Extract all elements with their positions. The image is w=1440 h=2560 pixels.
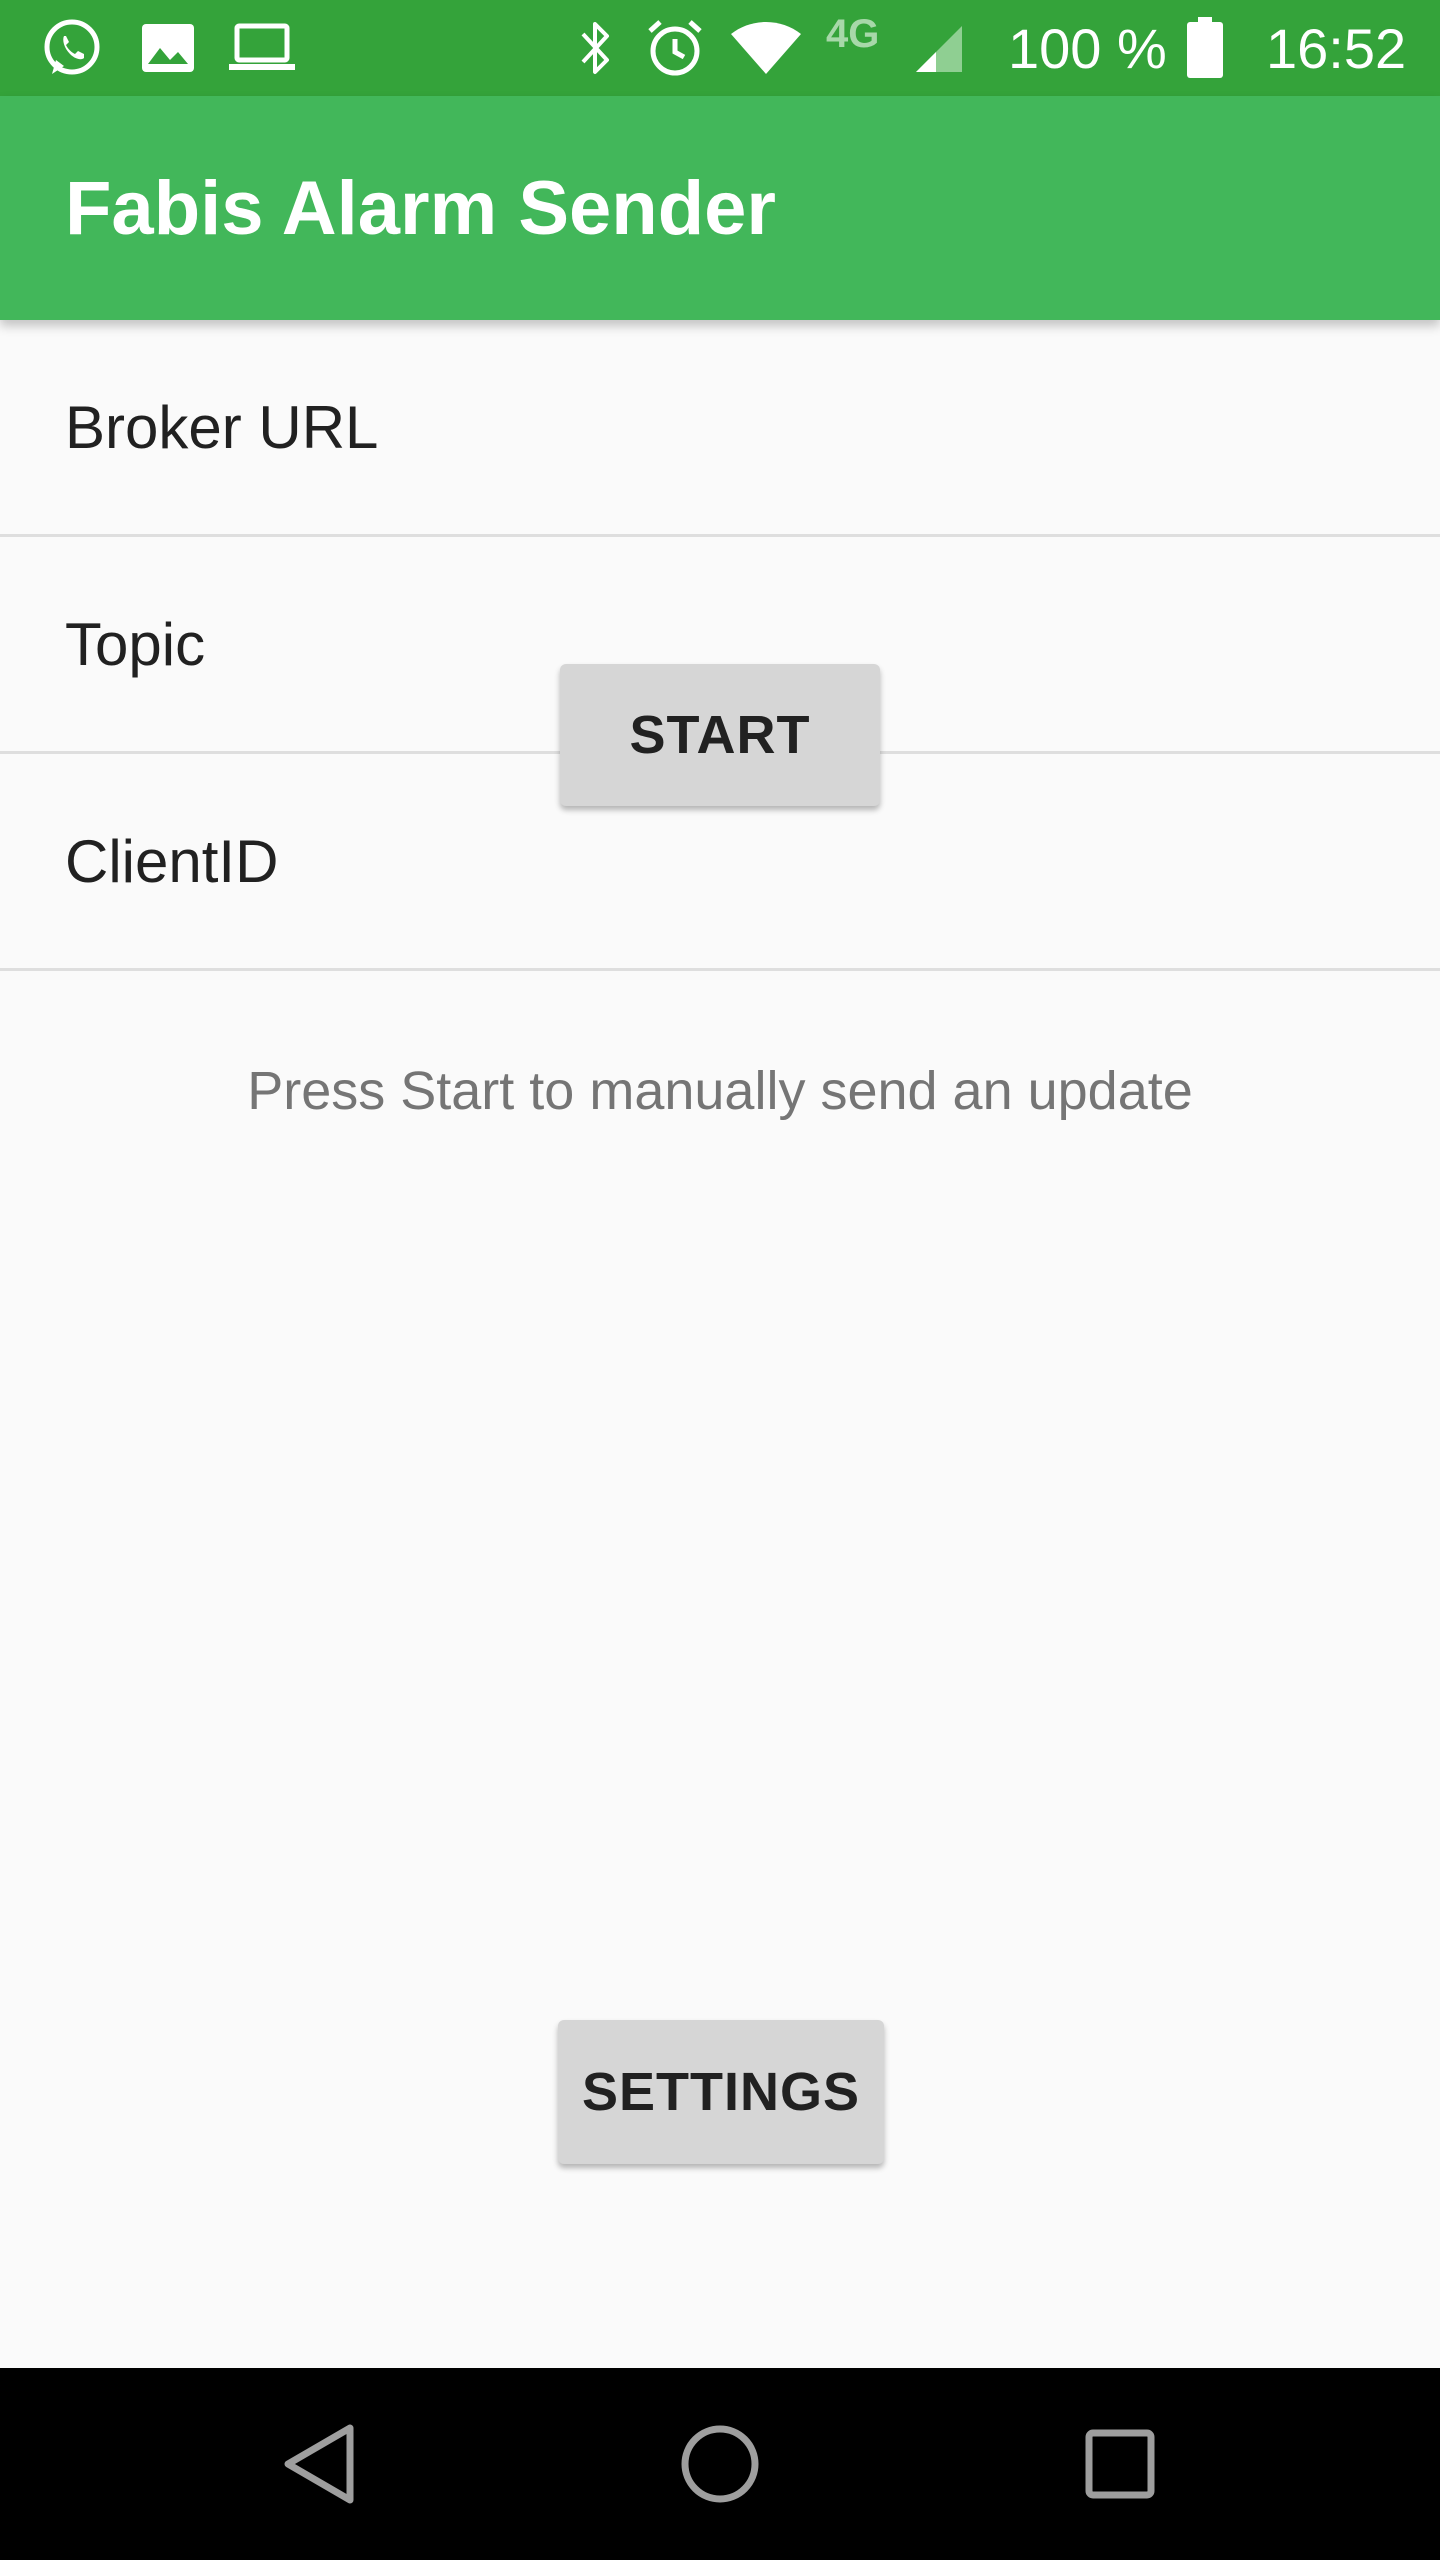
navigation-bar — [0, 2368, 1440, 2560]
battery-percent: 100 % — [1008, 16, 1167, 80]
settings-button[interactable]: SETTINGS — [558, 2020, 884, 2164]
laptop-icon — [226, 14, 298, 82]
broker-url-label: Broker URL — [65, 393, 379, 461]
signal-icon — [912, 14, 968, 82]
broker-url-field[interactable]: Broker URL — [0, 320, 1440, 537]
clock: 16:52 — [1266, 16, 1407, 80]
network-type-label: 4G — [826, 11, 880, 56]
image-icon — [138, 14, 198, 82]
start-button[interactable]: START — [560, 664, 880, 806]
alarm-icon — [640, 14, 710, 82]
hint-text: Press Start to manually send an update — [247, 1061, 1193, 1121]
status-bar: 4G 100 % 16:52 — [0, 0, 1440, 96]
screen: 4G 100 % 16:52 Fabis Alarm Sender Broker… — [0, 0, 1440, 2560]
battery-icon — [1180, 14, 1230, 82]
app-title: Fabis Alarm Sender — [65, 165, 776, 251]
bluetooth-icon — [570, 14, 620, 82]
back-icon[interactable] — [220, 2368, 420, 2560]
whatsapp-icon — [38, 14, 106, 82]
topic-label: Topic — [65, 610, 206, 678]
app-bar: Fabis Alarm Sender — [0, 96, 1440, 320]
client-id-label: ClientID — [65, 827, 279, 895]
wifi-icon — [728, 14, 804, 82]
home-icon[interactable] — [620, 2368, 820, 2560]
recents-icon[interactable] — [1020, 2368, 1220, 2560]
